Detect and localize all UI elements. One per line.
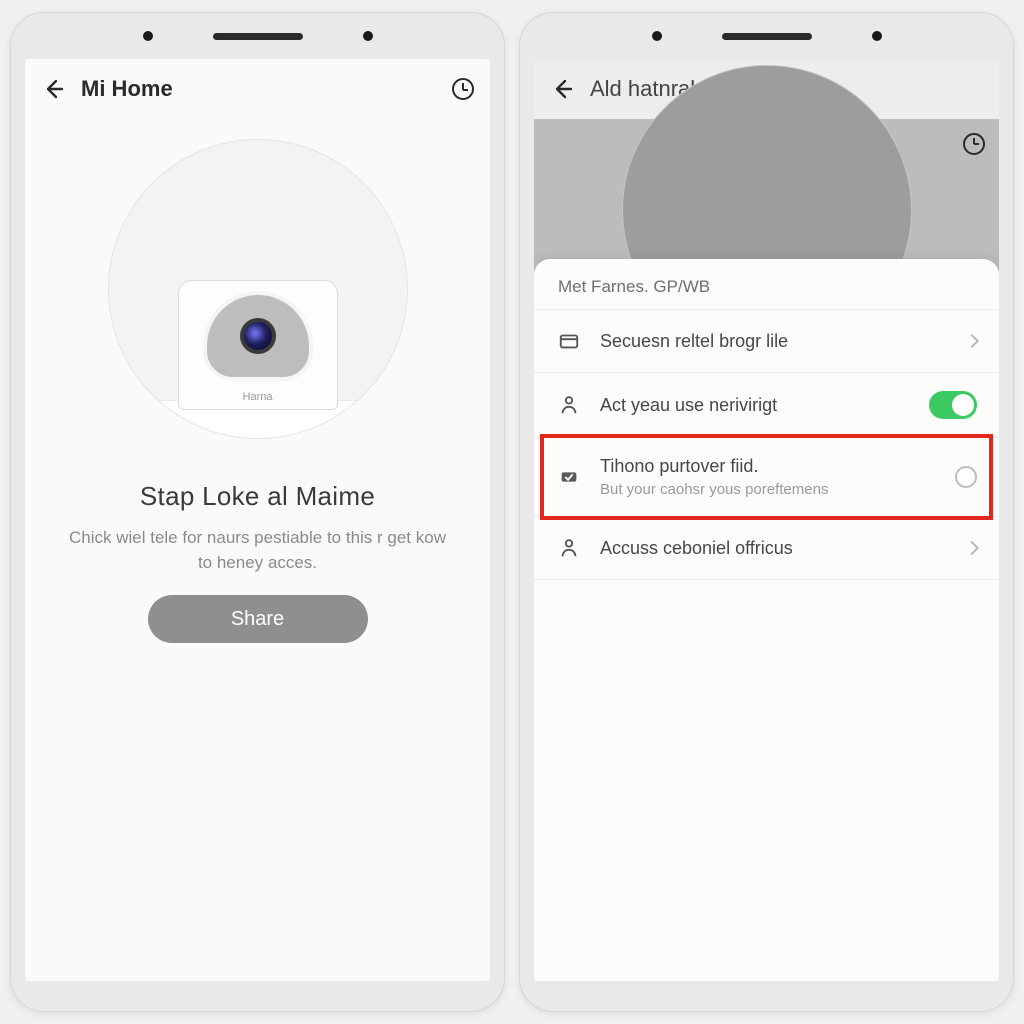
- label-icon: [556, 464, 582, 490]
- card-icon: [556, 328, 582, 354]
- speaker-bar-icon: [213, 33, 303, 40]
- screen-right: Ald hatnral clatiden Met Farnes. GP/WB S…: [534, 59, 999, 981]
- back-button[interactable]: [550, 77, 574, 101]
- sensor-dot-icon: [872, 31, 882, 41]
- camera-lens-icon: [240, 318, 276, 354]
- arrow-left-icon: [41, 77, 65, 101]
- camera-brand-label: Harna: [243, 391, 273, 403]
- hero-section: Harna Stap Loke al Maime Chick wiel tele…: [25, 119, 490, 643]
- arrow-left-icon: [550, 77, 574, 101]
- row-title: Tihono purtover fiid.: [600, 456, 937, 477]
- settings-row-access[interactable]: Accuss ceboniel offricus: [534, 517, 999, 580]
- clock-icon[interactable]: [452, 78, 474, 100]
- hero-title: Stap Loke al Maime: [140, 481, 375, 512]
- sensor-dot-icon: [363, 31, 373, 41]
- back-button[interactable]: [41, 77, 65, 101]
- phone-frame-left: Mi Home Harna Stap Loke al Maime Chick w…: [10, 12, 505, 1012]
- settings-row-highlighted[interactable]: Tihono purtover fiid. But your caohsr yo…: [534, 438, 999, 517]
- sensor-dot-icon: [652, 31, 662, 41]
- product-image: Harna: [108, 139, 408, 439]
- screen-left: Mi Home Harna Stap Loke al Maime Chick w…: [25, 59, 490, 981]
- camera-body: Harna: [178, 280, 338, 410]
- bottom-sheet: Met Farnes. GP/WB Secuesn reltel brogr l…: [534, 259, 999, 981]
- settings-row-activity[interactable]: Act yeau use nerivirigt: [534, 373, 999, 438]
- chevron-right-icon: [965, 541, 979, 555]
- row-title: Act yeau use nerivirigt: [600, 395, 911, 416]
- hero-description: Chick wiel tele for naurs pestiable to t…: [55, 526, 460, 575]
- phone-notch: [520, 13, 1013, 59]
- clock-icon[interactable]: [963, 133, 985, 155]
- share-button[interactable]: Share: [148, 595, 368, 643]
- speaker-bar-icon: [722, 33, 812, 40]
- person-icon: [556, 392, 582, 418]
- camera-head: [203, 291, 313, 381]
- radio-button[interactable]: [955, 466, 977, 488]
- toggle-switch[interactable]: [929, 391, 977, 419]
- chevron-right-icon: [965, 334, 979, 348]
- row-title: Accuss ceboniel offricus: [600, 538, 949, 559]
- sensor-dot-icon: [143, 31, 153, 41]
- sheet-header: Met Farnes. GP/WB: [534, 259, 999, 310]
- page-title: Mi Home: [81, 76, 436, 102]
- row-title: Secuesn reltel brogr lile: [600, 331, 949, 352]
- settings-row-secure[interactable]: Secuesn reltel brogr lile: [534, 310, 999, 373]
- phone-notch: [11, 13, 504, 59]
- app-bar: Mi Home: [25, 59, 490, 119]
- person-icon: [556, 535, 582, 561]
- row-subtitle: But your caohsr yous poreftemens: [600, 481, 937, 498]
- phone-frame-right: Ald hatnral clatiden Met Farnes. GP/WB S…: [519, 12, 1014, 1012]
